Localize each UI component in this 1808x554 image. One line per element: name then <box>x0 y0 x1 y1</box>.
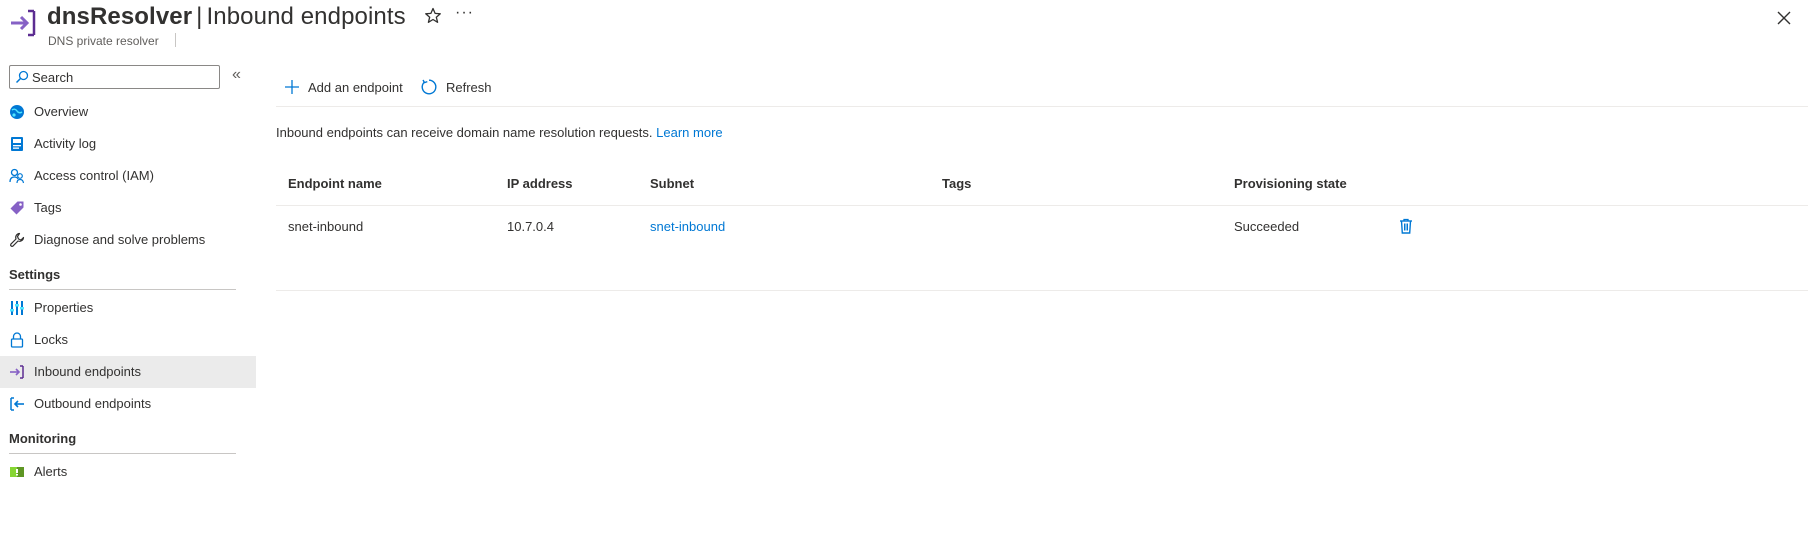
sidebar-search-box[interactable] <box>9 65 220 89</box>
learn-more-link[interactable]: Learn more <box>656 125 722 140</box>
search-icon <box>15 70 29 84</box>
section-divider <box>9 289 236 290</box>
close-icon[interactable] <box>1774 8 1794 28</box>
section-heading: Monitoring <box>9 431 77 446</box>
add-endpoint-label: Add an endpoint <box>308 79 403 95</box>
column-header-subnet[interactable]: Subnet <box>650 176 694 191</box>
cell-endpoint-name: snet-inbound <box>288 219 364 234</box>
refresh-icon <box>421 79 437 95</box>
table-row[interactable]: snet-inbound 10.7.0.4 snet-inbound Succe… <box>276 206 1808 291</box>
resource-type-subtitle: DNS private resolver <box>48 34 159 48</box>
cell-subnet-link[interactable]: snet-inbound <box>650 219 725 234</box>
resource-name: dnsResolver <box>47 3 193 30</box>
delete-icon[interactable] <box>1397 217 1415 235</box>
settings-section-header: Settings <box>0 256 256 292</box>
wrench-icon <box>10 232 25 247</box>
inbound-endpoint-icon <box>11 9 36 37</box>
sidebar-item-diagnose[interactable]: Diagnose and solve problems <box>0 224 256 256</box>
sidebar-item-label: Tags <box>34 200 62 215</box>
section-divider <box>9 453 236 454</box>
monitoring-section-header: Monitoring <box>0 420 256 456</box>
sidebar-item-access-control[interactable]: Access control (IAM) <box>0 160 256 192</box>
sidebar-item-label: Access control (IAM) <box>34 168 154 183</box>
sidebar-item-locks[interactable]: Locks <box>0 324 256 356</box>
activity-log-icon <box>11 137 23 151</box>
command-bar-divider <box>276 106 1808 107</box>
sidebar-item-overview[interactable]: Overview <box>0 96 256 128</box>
sidebar-item-label: Diagnose and solve problems <box>34 232 206 247</box>
favorite-star-icon[interactable] <box>423 6 443 26</box>
title-separator: | <box>196 3 203 30</box>
sidebar-item-activity-log[interactable]: Activity log <box>0 128 256 160</box>
globe-icon <box>10 105 24 119</box>
inbound-endpoint-icon <box>10 365 24 379</box>
page-name: Inbound endpoints <box>206 3 406 30</box>
plus-icon <box>285 80 299 94</box>
alerts-icon <box>10 467 24 477</box>
info-description: Inbound endpoints can receive domain nam… <box>276 125 653 140</box>
column-header-ip-address[interactable]: IP address <box>507 176 573 191</box>
sidebar-item-tags[interactable]: Tags <box>0 192 256 224</box>
tag-icon <box>10 201 24 215</box>
sidebar-item-alerts[interactable]: Alerts <box>0 456 256 488</box>
sidebar-item-label: Inbound endpoints <box>34 364 141 379</box>
subtitle-divider <box>175 33 176 47</box>
properties-icon <box>10 301 24 315</box>
sidebar-item-label: Overview <box>34 104 89 119</box>
blade-header: dnsResolver | Inbound endpoints DNS privat… <box>0 0 1808 56</box>
column-header-endpoint-name[interactable]: Endpoint name <box>288 176 382 191</box>
page-title: dnsResolver | Inbound endpoints <box>47 3 406 31</box>
sidebar-item-label: Locks <box>34 332 68 347</box>
sidebar-item-outbound-endpoints[interactable]: Outbound endpoints <box>0 388 256 420</box>
more-options-button[interactable]: ··· <box>455 4 474 22</box>
outbound-endpoint-icon <box>10 397 24 411</box>
lock-icon <box>10 332 24 348</box>
collapse-sidebar-button[interactable]: « <box>232 66 241 84</box>
sidebar-item-label: Outbound endpoints <box>34 396 152 411</box>
info-text: Inbound endpoints can receive domain nam… <box>276 125 723 140</box>
add-endpoint-button[interactable]: Add an endpoint <box>284 76 403 98</box>
refresh-button[interactable]: Refresh <box>420 76 492 98</box>
sidebar-item-label: Alerts <box>34 464 68 479</box>
column-header-tags[interactable]: Tags <box>942 176 971 191</box>
table-row-divider <box>276 290 1808 291</box>
people-icon <box>9 168 25 184</box>
sidebar-item-label: Activity log <box>34 136 97 151</box>
sidebar-item-properties[interactable]: Properties <box>0 292 256 324</box>
sidebar-nav: Overview Activity log Access control (IA… <box>0 96 256 488</box>
sidebar-item-inbound-endpoints[interactable]: Inbound endpoints <box>0 356 256 388</box>
column-header-provisioning-state[interactable]: Provisioning state <box>1234 176 1347 191</box>
sidebar-item-label: Properties <box>34 300 94 315</box>
section-heading: Settings <box>9 267 61 282</box>
cell-provisioning-state: Succeeded <box>1234 219 1300 234</box>
cell-ip-address: 10.7.0.4 <box>507 219 554 234</box>
search-input[interactable] <box>32 68 216 86</box>
refresh-label: Refresh <box>446 79 492 95</box>
